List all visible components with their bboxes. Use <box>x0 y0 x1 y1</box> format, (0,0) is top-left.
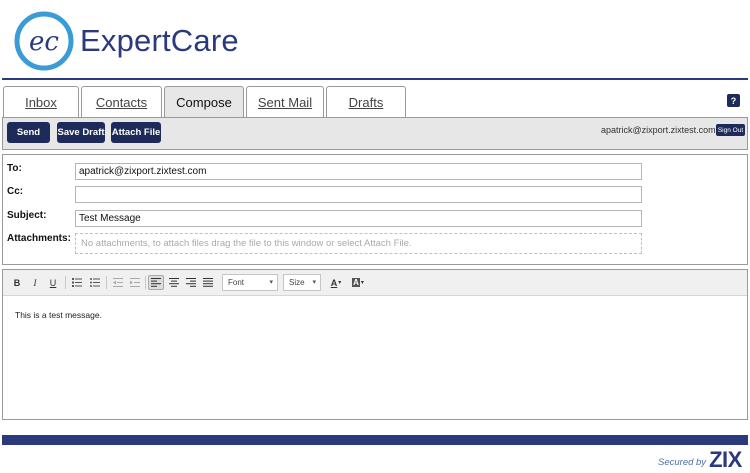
user-email: apatrick@zixport.zixtest.com <box>601 125 716 135</box>
attachments-dropzone[interactable]: No attachments, to attach files drag the… <box>75 233 642 254</box>
text-color-button[interactable]: A ▾ <box>326 275 346 290</box>
align-center-icon[interactable] <box>166 275 182 290</box>
cc-label: Cc: <box>7 186 24 197</box>
align-right-icon[interactable] <box>183 275 199 290</box>
to-field[interactable]: apatrick@zixport.zixtest.com <box>75 163 642 180</box>
cc-field[interactable] <box>75 186 642 203</box>
address-fields: To: apatrick@zixport.zixtest.com Cc: Sub… <box>2 154 748 265</box>
tab-contacts[interactable]: Contacts <box>81 86 162 117</box>
to-label: To: <box>7 163 22 174</box>
compose-toolbar: Send Save Draft Attach File apatrick@zix… <box>2 117 748 150</box>
tab-inbox[interactable]: Inbox <box>3 86 79 117</box>
header-divider <box>2 78 748 80</box>
sign-out-button[interactable]: Sign Out <box>716 124 745 136</box>
chevron-down-icon: ▾ <box>338 280 342 286</box>
subject-field[interactable]: Test Message <box>75 210 642 227</box>
attach-file-button[interactable]: Attach File <box>111 122 161 143</box>
italic-button[interactable]: I <box>27 275 43 290</box>
align-left-icon[interactable] <box>148 275 164 290</box>
brand-logo: ec ExpertCare <box>14 10 239 72</box>
outdent-icon[interactable] <box>110 275 126 290</box>
secured-by-text: Secured by <box>658 457 707 468</box>
bold-button[interactable]: B <box>9 275 25 290</box>
tab-compose[interactable]: Compose <box>164 86 244 117</box>
chevron-down-icon: ▾ <box>269 279 273 286</box>
subject-label: Subject: <box>7 210 47 221</box>
toolbar-divider <box>145 276 146 289</box>
message-editor: B I U Font ▾ Size ▾ A ▾ A ▾ This is a te… <box>2 269 748 420</box>
tab-drafts[interactable]: Drafts <box>326 86 406 117</box>
help-icon[interactable]: ? <box>727 94 740 107</box>
send-button[interactable]: Send <box>7 122 50 143</box>
message-body[interactable]: This is a test message. <box>15 310 102 320</box>
attachments-label: Attachments: <box>7 233 71 244</box>
underline-button[interactable]: U <box>45 275 61 290</box>
chevron-down-icon: ▾ <box>312 279 316 286</box>
highlight-color-icon: A <box>352 278 360 287</box>
ec-logo-icon: ec <box>14 11 74 71</box>
brand-name: ExpertCare <box>80 23 239 58</box>
chevron-down-icon: ▾ <box>360 280 364 286</box>
save-draft-button[interactable]: Save Draft <box>57 122 105 143</box>
toolbar-divider <box>65 276 66 289</box>
editor-toolbar: B I U Font ▾ Size ▾ A ▾ A ▾ <box>3 270 747 296</box>
bullet-list-icon[interactable] <box>87 275 103 290</box>
tab-sent-mail[interactable]: Sent Mail <box>246 86 324 117</box>
indent-icon[interactable] <box>127 275 143 290</box>
zix-logo: ZIX <box>709 447 742 472</box>
toolbar-divider <box>106 276 107 289</box>
font-select[interactable]: Font ▾ <box>222 274 278 291</box>
text-color-icon: A <box>330 277 338 288</box>
logo-monogram: ec <box>29 27 59 57</box>
highlight-color-button[interactable]: A ▾ <box>348 275 368 290</box>
footer-bar <box>2 435 748 445</box>
numbered-list-icon[interactable] <box>69 275 85 290</box>
size-select[interactable]: Size ▾ <box>283 274 321 291</box>
secured-by-zix: Secured by ZIX <box>658 449 742 471</box>
main-tabs: Inbox Contacts Compose Sent Mail Drafts <box>3 86 408 117</box>
align-justify-icon[interactable] <box>200 275 216 290</box>
size-select-value: Size <box>289 278 305 287</box>
font-select-value: Font <box>228 278 245 287</box>
